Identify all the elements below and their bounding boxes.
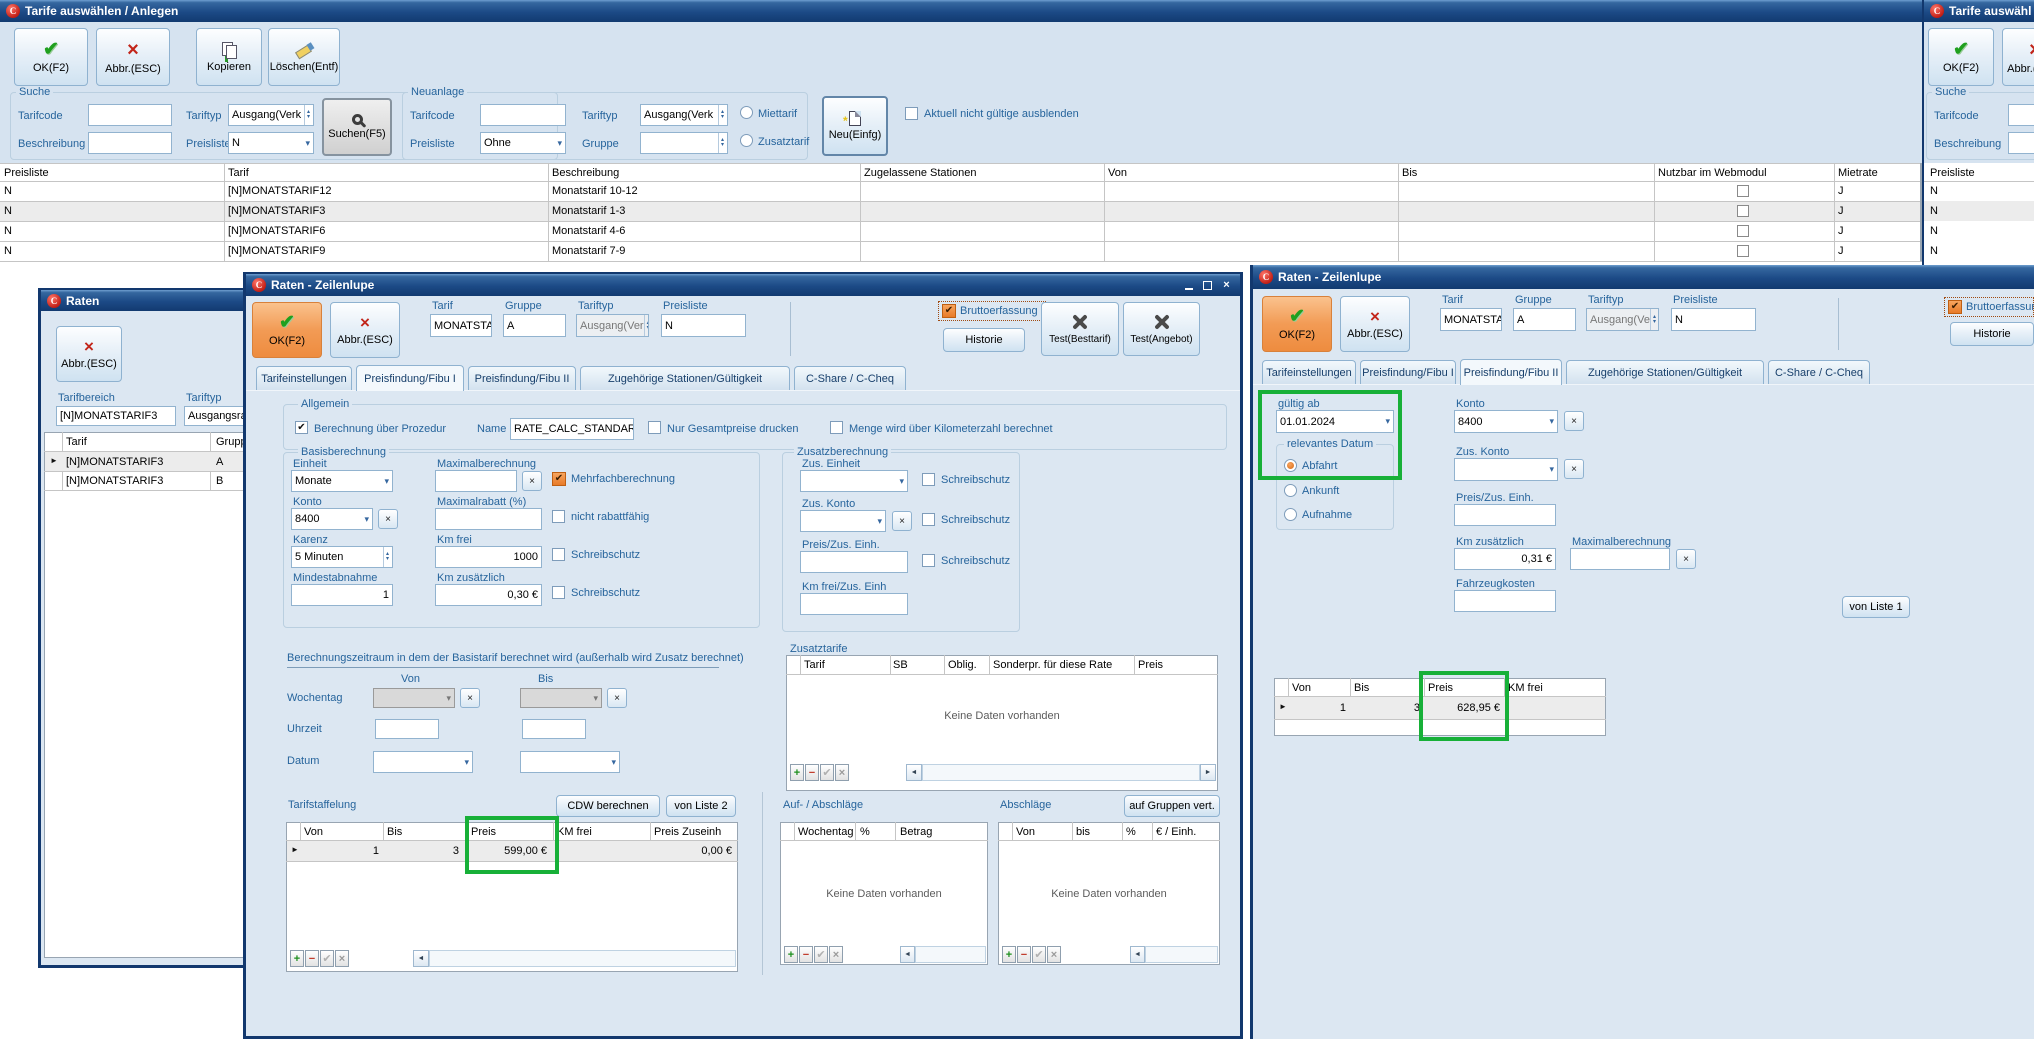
lupe2-gruppe-input[interactable]: A bbox=[1513, 308, 1576, 331]
lupe2-cancel-button[interactable]: Abbr.(ESC) bbox=[1340, 296, 1410, 352]
app-logo-icon: C bbox=[1259, 270, 1273, 284]
lupe2-ok-button[interactable]: OK(F2) bbox=[1262, 296, 1332, 352]
historie-button[interactable]: Historie bbox=[1950, 322, 2034, 346]
l2-col-preis: Preis bbox=[1428, 682, 1453, 695]
spinner-icon bbox=[1650, 309, 1656, 330]
x-icon bbox=[1370, 308, 1380, 325]
zeilenlupe2-title: Raten - Zeilenlupe bbox=[1278, 270, 1381, 284]
clear-x-button[interactable] bbox=[1564, 411, 1584, 431]
lupe2-tariftyp-label: Tariftyp bbox=[1588, 294, 1623, 307]
chevron-down-icon bbox=[1549, 417, 1554, 426]
zeilenlupe2-titlebar: C Raten - Zeilenlupe bbox=[1253, 265, 2034, 289]
zeilenlupe2-window: C Raten - Zeilenlupe OK(F2) Abbr.(ESC) T… bbox=[0, 0, 2034, 1039]
lupe2-preisliste-input[interactable]: N bbox=[1671, 308, 1756, 331]
lupe2-kmzusaetzlich-input[interactable]: 0,31 € bbox=[1454, 548, 1556, 570]
gueltig-ab-dropdown[interactable]: 01.01.2024 bbox=[1276, 410, 1394, 433]
bruttoerfassung-label: Bruttoerfassung bbox=[1966, 301, 2034, 314]
lupe2-zuskonto-dropdown[interactable] bbox=[1454, 458, 1558, 481]
tab-tarifeinstellungen[interactable]: Tarifeinstellungen bbox=[1262, 360, 1356, 384]
tab-preisfindung-fibu1[interactable]: Preisfindung/Fibu I bbox=[1360, 360, 1456, 384]
desktop: C Tarife auswählen / Anlegen OK(F2) Abbr… bbox=[0, 0, 2034, 1039]
lupe2-gruppe-label: Gruppe bbox=[1515, 294, 1552, 307]
fahrzeugkosten-input[interactable] bbox=[1454, 590, 1556, 612]
lupe2-preisliste-label: Preisliste bbox=[1673, 294, 1718, 307]
relevantes-datum-legend: relevantes Datum bbox=[1284, 438, 1376, 450]
tab-preisfindung-fibu2[interactable]: Preisfindung/Fibu II bbox=[1460, 359, 1562, 385]
row-marker-icon bbox=[1279, 702, 1287, 712]
lupe2-tariftyp-spinner[interactable]: Ausgang(Ve bbox=[1586, 308, 1659, 331]
ankunft-radio[interactable] bbox=[1284, 484, 1297, 497]
lupe2-konto-dropdown[interactable]: 8400 bbox=[1454, 410, 1558, 433]
check-icon bbox=[1289, 307, 1305, 326]
ankunft-label: Ankunft bbox=[1302, 485, 1339, 498]
abfahrt-label: Abfahrt bbox=[1302, 460, 1337, 473]
tab-cshare[interactable]: C-Share / C-Cheq bbox=[1768, 360, 1870, 384]
chevron-down-icon bbox=[1385, 417, 1390, 426]
lupe2-preis-input[interactable] bbox=[1454, 504, 1556, 526]
chevron-down-icon bbox=[1549, 465, 1554, 474]
aufnahme-label: Aufnahme bbox=[1302, 509, 1352, 522]
clear-x-button[interactable] bbox=[1564, 459, 1584, 479]
bruttoerfassung-checkbox[interactable] bbox=[1948, 300, 1962, 314]
l2-col-kmfrei: KM frei bbox=[1508, 682, 1543, 695]
abfahrt-radio[interactable] bbox=[1284, 459, 1297, 472]
lupe2-tarif-input[interactable]: MONATSTAR bbox=[1440, 308, 1502, 331]
l2-col-bis: Bis bbox=[1354, 682, 1369, 695]
aufnahme-radio[interactable] bbox=[1284, 508, 1297, 521]
tab-stationen-gueltigkeit[interactable]: Zugehörige Stationen/Gültigkeit bbox=[1566, 360, 1764, 384]
lupe2-maximalberechnung-input[interactable] bbox=[1570, 548, 1670, 570]
von-liste1-button[interactable]: von Liste 1 bbox=[1842, 596, 1910, 618]
lupe2-tarif-label: Tarif bbox=[1442, 294, 1463, 307]
l2-col-von: Von bbox=[1292, 682, 1311, 695]
clear-x-button[interactable] bbox=[1676, 549, 1696, 569]
